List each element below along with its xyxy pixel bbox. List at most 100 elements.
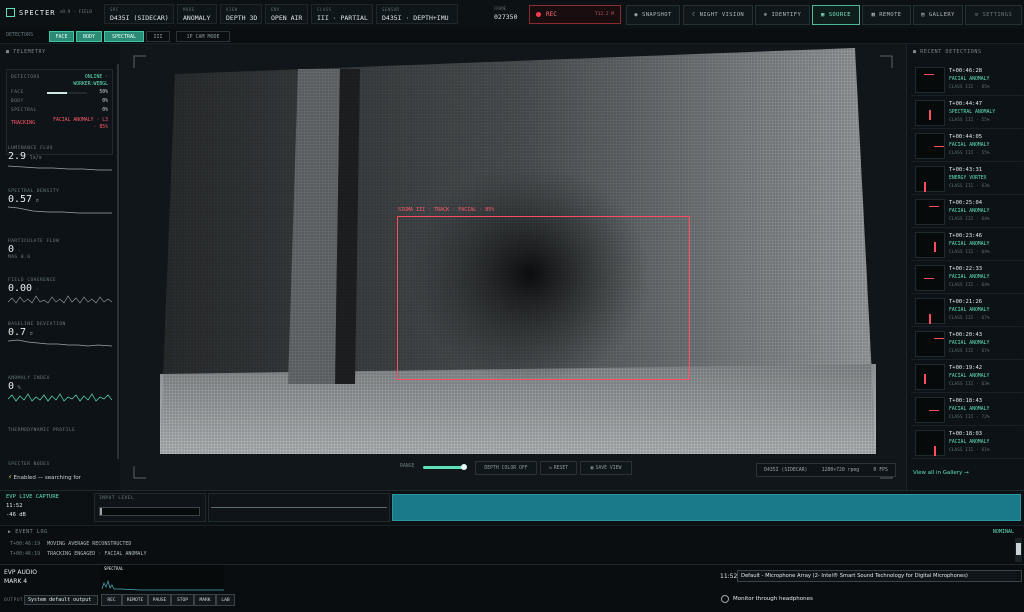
viewer-status: D435I (SIDECAR) 1280×720 rpeg 0 FPS [756,463,896,477]
range-slider-handle[interactable] [461,464,467,470]
rec-button[interactable]: REC T12.2 M [529,5,621,24]
specter-nodes-status-text: Enabled — searching for [13,475,81,481]
left-scrollbar[interactable] [117,64,119,459]
detection-type: FACIAL ANOMALY [949,275,990,280]
detection-time: T+00:20:43 [949,332,983,338]
face-level-bar [47,92,87,94]
remote-label: REMOTE [879,12,902,18]
detection-time: T+00:22:33 [949,266,983,272]
input-level-box: INPUT LEVEL [94,493,206,522]
radio-icon[interactable] [721,595,729,603]
tracking-box[interactable] [397,216,690,380]
chip-iii[interactable]: III [146,31,170,42]
evp-title: EVP LIVE CAPTURE [6,494,59,500]
class-field[interactable]: CLASS III · PARTIAL [311,4,373,24]
event-log-title-text: EVENT LOG [15,529,48,535]
event-log-title[interactable]: ▶ EVENT LOG [8,529,48,535]
audio-stop-button[interactable]: STOP [171,594,194,606]
range-slider[interactable] [423,464,467,470]
detection-item[interactable]: T+00:44:47 SPECTRAL ANOMALY CLASS III · 55… [911,97,1023,129]
detectors-label: DETECTORS [6,32,34,38]
detection-type: FACIAL ANOMALY [949,341,990,346]
detection-type: FACIAL ANOMALY [949,308,990,313]
detection-item[interactable]: T+00:44:05 FACIAL ANOMALY CLASS III · 55% [911,130,1023,162]
depth-color-button[interactable]: DEPTH COLOR OFF [475,461,537,475]
metric-baseline-deviation-value: 0.7 [8,327,27,338]
detection-item[interactable]: T+00:46:28 FACIAL ANOMALY CLASS III · 85% [911,64,1023,96]
mode-field[interactable]: MODE ANOMALY [177,4,217,24]
metric-anomaly-index-unit: % [17,385,21,391]
detection-thumbnail[interactable] [915,166,945,192]
save-view-button[interactable]: ▣ SAVE VIEW [580,461,632,475]
detection-item[interactable]: T+00:43:31 ENERGY VORTEX CLASS III · 63% [911,163,1023,195]
sensor-field[interactable]: SENSOR D435I · DEPTH+IMU [376,4,458,24]
detection-thumbnail[interactable] [915,100,945,126]
detection-thumbnail[interactable] [915,298,945,324]
remote-button[interactable]: ▦ REMOTE [862,5,911,25]
save-view-label: SAVE VIEW [595,465,622,471]
detection-thumbnail[interactable] [915,331,945,357]
audio-rec-label: REC [107,597,116,603]
detection-item[interactable]: T+00:23:46 FACIAL ANOMALY CLASS III · 64% [911,229,1023,261]
mic-device-select[interactable]: Default - Microphone Array (2- Intel® Sm… [737,570,1022,582]
monitor-toggle[interactable]: Monitor through headphones [721,595,813,603]
detection-thumbnail[interactable] [915,232,945,258]
night-vision-button[interactable]: ☾ NIGHT VISION [683,5,753,25]
view-all-link[interactable]: View all in Gallery → [913,470,969,476]
env-field[interactable]: ENV OPEN AIR [265,4,308,24]
detection-thumbnail[interactable] [915,364,945,390]
identify-button[interactable]: ⊕ IDENTIFY [755,5,810,25]
view-field[interactable]: VIEW DEPTH 3D [220,4,262,24]
metric-luminance-unit: lx/s [29,155,42,161]
cam-mode-button[interactable]: 1P CAM MODE [176,31,230,42]
thermo-label: THERMODYNAMIC PROFILE [8,428,76,433]
detection-item[interactable]: T+00:19:42 FACIAL ANOMALY CLASS III · 63% [911,361,1023,393]
app-name: SPECTER [19,8,56,17]
evp-db: -46 dB [6,512,26,518]
gallery-button[interactable]: ▤ GALLERY [913,5,963,25]
event-log-scrollbar[interactable] [1015,538,1022,562]
detection-item[interactable]: T+00:18:03 FACIAL ANOMALY CLASS III · 61% [911,427,1023,459]
cam-mode-label: 1P CAM MODE [186,33,220,40]
identify-label: IDENTIFY [771,12,802,18]
snapshot-button[interactable]: ◉ SNAPSHOT [626,5,680,25]
source-button[interactable]: ▣ SOURCE [812,5,860,25]
output-select[interactable]: System default output [24,595,98,605]
detection-item[interactable]: T+00:25:04 FACIAL ANOMALY CLASS III · 64% [911,196,1023,228]
detection-item[interactable]: T+00:22:33 FACIAL ANOMALY CLASS III · 64% [911,262,1023,294]
detection-thumbnail[interactable] [915,133,945,159]
src-value: D435I (SIDECAR) [110,14,169,22]
src-field[interactable]: SRC D435I (SIDECAR) [104,4,174,24]
event-entry-time: T+00:46:19 [10,541,41,547]
event-entry-time: T+00:46:19 [10,551,41,557]
depth-viewer[interactable]: SIGMA III · TRACK · FACIAL · 85% RANGE D… [120,44,906,490]
detection-item[interactable]: T+00:21:26 FACIAL ANOMALY CLASS III · 67% [911,295,1023,327]
chip-body[interactable]: BODY [76,31,102,42]
detection-time: T+00:21:26 [949,299,983,305]
reset-icon: ↻ [548,465,552,471]
detection-item[interactable]: T+00:20:43 FACIAL ANOMALY CLASS III · 67% [911,328,1023,360]
detection-item[interactable]: T+00:18:43 FACIAL ANOMALY CLASS III · 72% [911,394,1023,426]
detection-thumbnail[interactable] [915,397,945,423]
settings-button[interactable]: ⚙ SETTINGS [965,5,1022,25]
audio-pause-button[interactable]: PAUSE [148,594,171,606]
chip-face[interactable]: FACE [49,31,74,42]
chip-spectral[interactable]: SPECTRAL [104,31,144,42]
detection-thumbnail[interactable] [915,265,945,291]
audio-lab-button[interactable]: LAB [216,594,235,606]
reset-button[interactable]: ↻ RESET [540,461,577,475]
audio-mark-button[interactable]: MARK [194,594,216,606]
output-label: OUTPUT [4,598,24,603]
rec-label: REC [546,11,557,18]
detection-thumbnail[interactable] [915,67,945,93]
detection-thumbnail[interactable] [915,430,945,456]
audio-rec-button[interactable]: REC [101,594,122,606]
recent-title-text: RECENT DETECTIONS [920,49,982,55]
detection-thumbnail[interactable] [915,199,945,225]
event-entry: T+00:46:19 MOVING AVERAGE RECONSTRUCTED [10,541,131,547]
detection-type: ENERGY VORTEX [949,176,987,181]
audio-remote-button[interactable]: REMOTE [122,594,148,606]
class-label: CLASS [317,7,332,12]
scrollbar-thumb[interactable] [1016,543,1021,555]
audio-remote-label: REMOTE [126,597,144,603]
